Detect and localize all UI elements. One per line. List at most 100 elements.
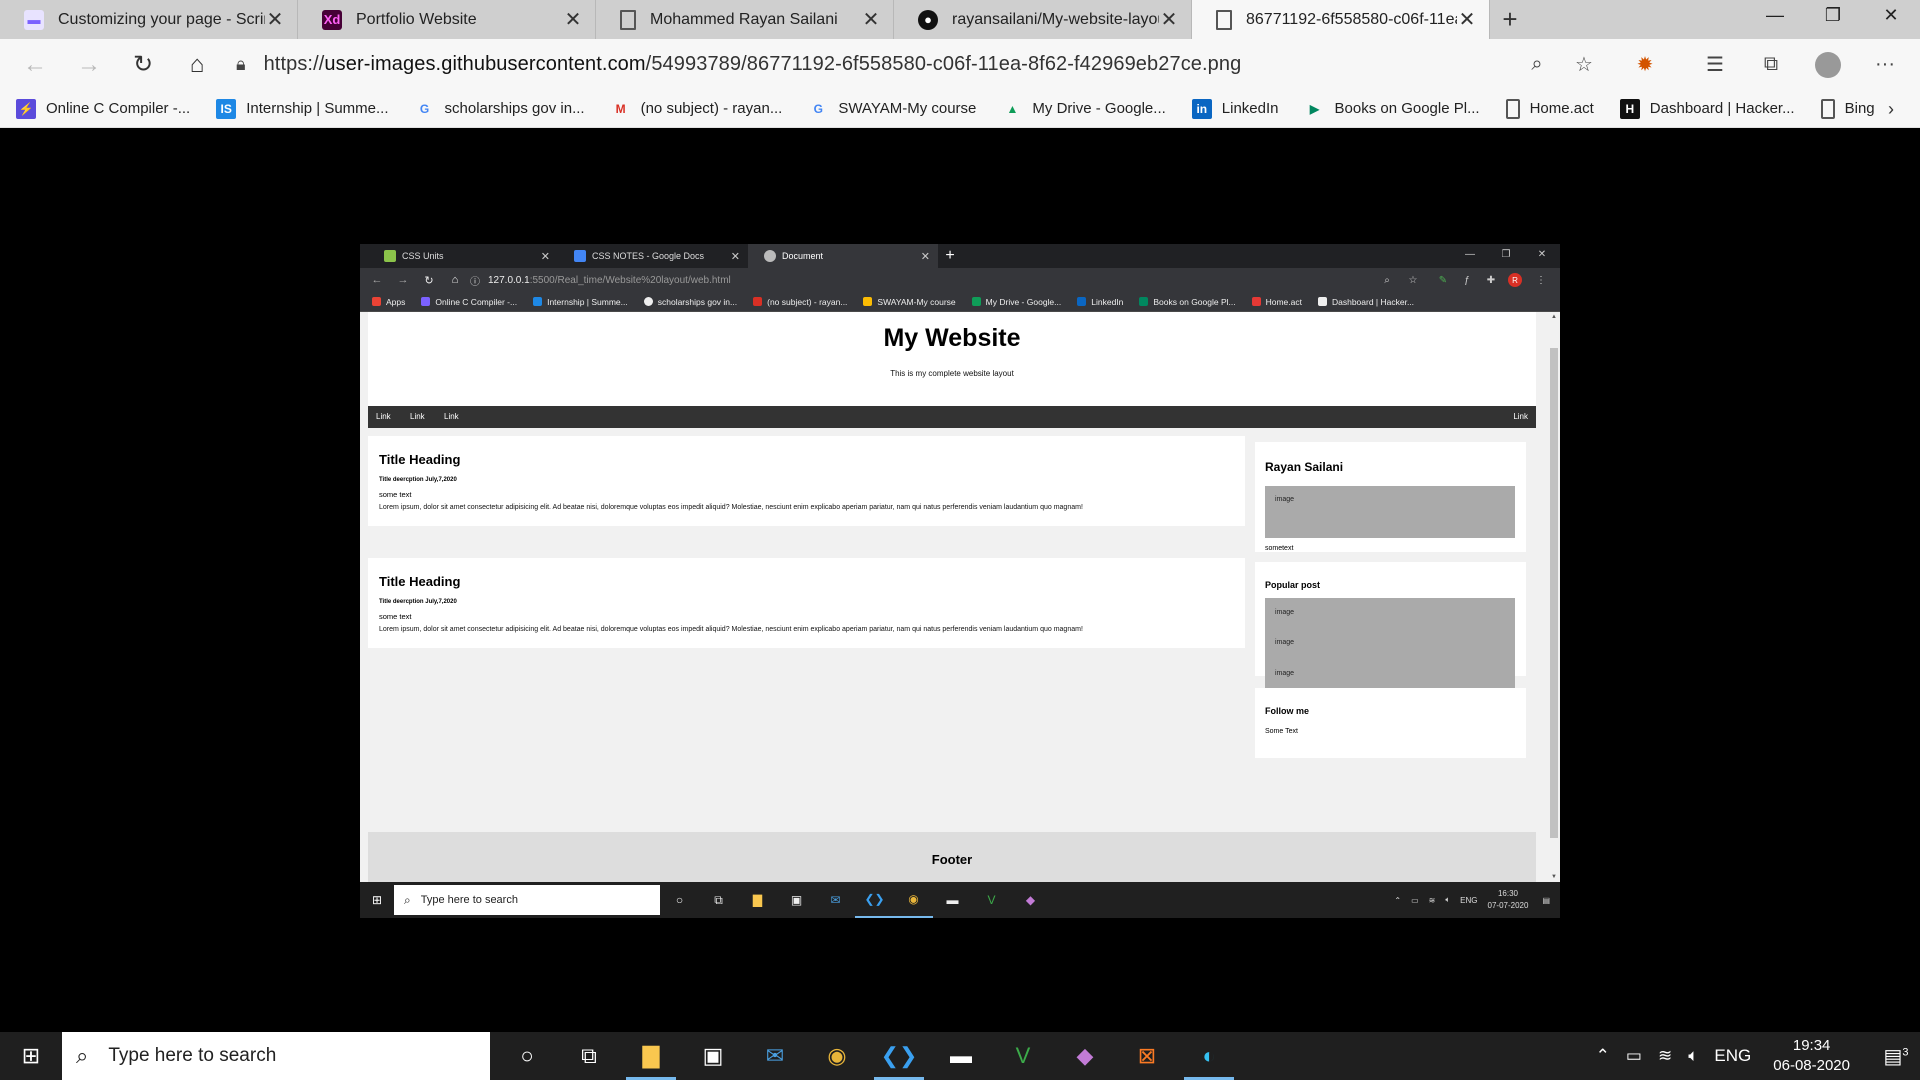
store-icon[interactable]: ▣ (682, 1032, 744, 1080)
favorite-home-act[interactable]: Home.act (1505, 98, 1594, 119)
close-window-icon[interactable]: ✕ (1862, 0, 1920, 30)
close-icon[interactable]: ✕ (265, 7, 285, 32)
font-icon: ƒ (1464, 274, 1470, 286)
post-card: Title Heading Title deercption July,7,20… (368, 558, 1245, 648)
cortana-icon[interactable]: ○ (496, 1032, 558, 1080)
compiler-icon: ⚡ (16, 98, 36, 119)
globe-icon (764, 250, 776, 262)
bookmark-online-c-compiler: Online C Compiler -... (421, 297, 517, 307)
windows-start-icon[interactable]: ⊞ (0, 1032, 62, 1080)
favorite-swayam[interactable]: G SWAYAM-My course (808, 99, 977, 119)
tab-scrimba[interactable]: ▬ Customizing your page - Scrimba ✕ (0, 0, 298, 39)
favorite-gmail[interactable]: M (no subject) - rayan... (611, 99, 783, 119)
minimize-icon[interactable]: — (1746, 0, 1804, 30)
bookmark-swayam: SWAYAM-My course (863, 297, 956, 307)
more-options-icon[interactable]: ··· (1865, 39, 1905, 90)
refresh-icon: ↻ (424, 274, 434, 287)
close-icon[interactable]: ✕ (861, 7, 881, 32)
globe-icon (643, 297, 653, 306)
gitkraken-icon[interactable]: ◆ (1054, 1032, 1116, 1080)
zoom-icon[interactable]: ⌕ (1517, 39, 1557, 90)
favorite-google-play-books[interactable]: ▶ Books on Google Pl... (1305, 99, 1480, 119)
home-icon[interactable]: ⌂ (170, 45, 224, 85)
search-icon: ⌕ (76, 1043, 89, 1068)
url-field[interactable]: 🔒︎ https://user-images.githubusercontent… (236, 45, 1596, 83)
chrome-icon[interactable]: ◉ (806, 1032, 868, 1080)
search-placeholder: Type here to search (108, 1045, 277, 1066)
avatar: R (1502, 268, 1528, 292)
swayam-icon (863, 297, 873, 306)
hackerrank-icon: H (1619, 98, 1640, 119)
task-view-icon[interactable]: ⧉ (558, 1032, 620, 1080)
tab-github-repo[interactable]: ● rayansailani/My-website-layout ✕ (894, 0, 1192, 39)
volume-icon[interactable]: 🔈︎ (1688, 1046, 1698, 1066)
favorites-list-icon[interactable]: ☰ (1695, 39, 1735, 90)
close-icon[interactable]: ✕ (563, 7, 583, 32)
extension-icon[interactable]: ✹ (1625, 39, 1665, 90)
nav-link: Link (376, 412, 391, 421)
tab-portfolio-website[interactable]: Xd Portfolio Website ✕ (298, 0, 596, 39)
favorite-bing[interactable]: Bing (1820, 98, 1875, 119)
close-icon: ✕ (920, 250, 930, 263)
collections-icon[interactable]: ⧉ (1751, 39, 1791, 90)
favorite-my-drive[interactable]: ▲ My Drive - Google... (1002, 99, 1165, 119)
google-drive-icon (971, 297, 981, 306)
inner-address-bar: ← → ↻ ⌂ ⓘ 127.0.0.1:5500/Real_time/Websi… (360, 268, 1560, 292)
terminal-icon[interactable]: ▬ (930, 1032, 992, 1080)
favorite-scholarships[interactable]: Gscholarships gov in... (415, 99, 585, 119)
restore-icon[interactable]: ❐ (1804, 0, 1862, 30)
post-some-text: some text (379, 612, 412, 621)
taskbar-search-box[interactable]: ⌕ Type here to search (62, 1032, 490, 1080)
vscode-icon[interactable]: ❮❯ (868, 1032, 930, 1080)
inner-system-tray: ⌃ ▭ ≋ 🔈︎ ENG 16:30 07-07-2020 ▤ (1394, 882, 1560, 918)
inner-tab-css-units: CSS Units ✕ (368, 244, 558, 268)
profile-avatar-icon[interactable] (1808, 39, 1848, 90)
favorite-online-c-compiler[interactable]: ⚡ Online C Compiler -... (16, 98, 190, 119)
popular-post-card: Popular post image image image (1255, 562, 1526, 688)
xampp-icon[interactable]: ⊠ (1116, 1032, 1178, 1080)
bookmark-scholarships: scholarships gov in... (643, 297, 737, 307)
chevron-up-icon[interactable]: ⌃ (1596, 1046, 1610, 1066)
wifi-icon[interactable]: ≋ (1658, 1046, 1672, 1066)
vim-icon[interactable]: V (992, 1032, 1054, 1080)
about-caption: sometext (1265, 545, 1294, 552)
about-card: Rayan Sailani image sometext (1255, 442, 1526, 552)
chevron-right-icon[interactable]: › (1888, 99, 1894, 120)
clock-date: 07-07-2020 (1487, 901, 1529, 910)
favorite-hackerrank[interactable]: H Dashboard | Hacker... (1619, 98, 1795, 119)
refresh-icon[interactable]: ↻ (116, 45, 170, 85)
close-icon[interactable]: ✕ (1159, 7, 1179, 32)
internshala-icon (533, 297, 543, 306)
close-icon[interactable]: ✕ (1457, 7, 1477, 32)
tab-image-png[interactable]: 86771192-6f558580-c06f-11ea-8 ✕ (1192, 0, 1490, 39)
new-tab-button[interactable]: + (1490, 0, 1530, 39)
favorite-internship[interactable]: IS Internship | Summe... (216, 98, 389, 119)
gitkraken-icon: ◆ (1025, 893, 1036, 907)
store-icon: ▣ (790, 893, 803, 907)
close-icon: ✕ (540, 250, 550, 263)
mail-icon[interactable]: ✉ (744, 1032, 806, 1080)
task-view-icon: ⧉ (714, 892, 723, 907)
bookmark-my-drive: My Drive - Google... (971, 297, 1061, 307)
document-icon (1820, 98, 1835, 119)
forward-arrow-icon[interactable]: → (62, 45, 116, 85)
edge-icon[interactable]: ◐ (1178, 1032, 1240, 1080)
clock-time: 19:34 (1792, 1037, 1831, 1054)
image-label: image (1275, 609, 1295, 616)
taskbar-clock[interactable]: 19:34 06-08-2020 (1773, 1036, 1850, 1076)
favorite-linkedin[interactable]: in LinkedIn (1191, 98, 1279, 119)
back-arrow-icon[interactable]: ← (8, 45, 62, 85)
favorite-star-icon[interactable]: ☆ (1564, 39, 1604, 90)
language-indicator: ENG (1460, 895, 1478, 905)
battery-icon[interactable]: ▭ (1626, 1046, 1642, 1066)
post-some-text: some text (379, 490, 412, 499)
scrimba-icon: ▬ (24, 9, 44, 30)
gmail-icon: M (615, 101, 626, 116)
language-indicator[interactable]: ENG (1714, 1046, 1751, 1066)
file-explorer-icon[interactable]: ▇ (620, 1032, 682, 1080)
tab-mohammed-rayan-sailani[interactable]: Mohammed Rayan Sailani ✕ (596, 0, 894, 39)
mail-icon: ✉ (830, 893, 841, 907)
post-description: Title deercption July,7,2020 (379, 477, 457, 483)
notification-center-icon[interactable]: ▤3 (1872, 1044, 1920, 1069)
clock-date: 06-08-2020 (1773, 1057, 1850, 1074)
